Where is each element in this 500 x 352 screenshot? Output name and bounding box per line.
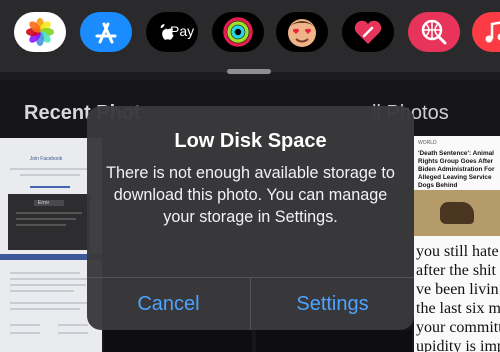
apple-pay-button[interactable]: Pay: [146, 12, 198, 52]
app-store-icon: [95, 22, 117, 44]
alert-message: There is not enough available storage to…: [106, 164, 395, 226]
heart-sticker-button[interactable]: [342, 12, 394, 52]
thumbnail-text: WORLD: [418, 140, 437, 146]
imessage-app-strip: Pay: [0, 0, 500, 74]
thumbnail-text: Join Facebook: [29, 156, 63, 162]
music-note-icon: [485, 21, 500, 43]
photos-icon: [26, 18, 54, 46]
settings-button[interactable]: Settings: [251, 278, 414, 330]
activity-button[interactable]: [212, 12, 264, 52]
app-store-button[interactable]: [80, 12, 132, 52]
photos-app-button[interactable]: [14, 12, 66, 52]
cancel-button[interactable]: Cancel: [87, 278, 250, 330]
photo-thumbnail[interactable]: WORLD 'Death Sentence': Animal Rights Gr…: [414, 136, 500, 352]
alert-title: Low Disk Space: [174, 130, 327, 152]
music-button[interactable]: [472, 12, 500, 52]
sheet-grabber[interactable]: [227, 69, 271, 74]
thumbnail-text: 'Death Sentence': Animal Rights Group Go…: [418, 150, 495, 189]
activity-rings-icon: [223, 17, 253, 47]
heart-icon: [354, 20, 382, 44]
thumbnail-text: Error: [38, 200, 50, 206]
photo-thumbnail[interactable]: [256, 330, 412, 352]
low-disk-space-alert: Low Disk Space There is not enough avail…: [87, 106, 414, 330]
globe-search-icon: [421, 19, 447, 45]
photo-thumbnail[interactable]: [104, 330, 252, 352]
memoji-button[interactable]: [276, 12, 328, 52]
apple-pay-label: Pay: [170, 23, 195, 39]
thumbnail-text: you still hate T after the shit sl ve be…: [416, 243, 500, 352]
images-search-button[interactable]: [408, 12, 460, 52]
memoji-icon: [288, 19, 316, 47]
